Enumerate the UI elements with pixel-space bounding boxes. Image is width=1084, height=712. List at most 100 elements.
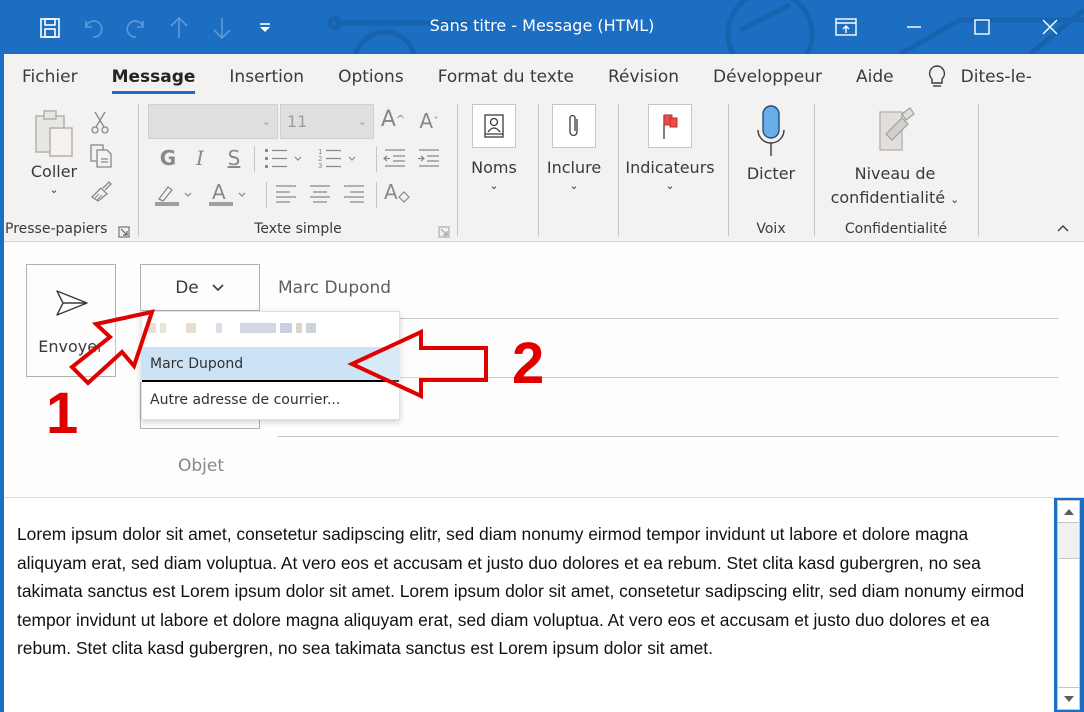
tab-revision[interactable]: Révision	[591, 54, 696, 100]
include-button[interactable]: Inclure ⌄	[542, 104, 606, 192]
chevron-down-icon: ⌄	[569, 179, 579, 192]
message-body[interactable]: Lorem ipsum dolor sit amet, consetetur s…	[4, 498, 1054, 712]
send-label: Envoyer	[38, 337, 104, 356]
ribbon-separator	[266, 182, 267, 208]
italic-button[interactable]: I	[188, 144, 212, 172]
maximize-button[interactable]	[948, 0, 1016, 54]
grow-font-icon[interactable]: A ^	[378, 104, 408, 134]
cc-field-underline[interactable]	[278, 436, 1058, 437]
include-label: Inclure	[546, 158, 602, 177]
ribbon-separator	[978, 104, 979, 236]
subject-input[interactable]	[278, 446, 1058, 486]
tags-button[interactable]: Indicateurs ⌄	[622, 104, 718, 192]
ribbon-display-options-button[interactable]	[812, 0, 880, 54]
align-right-icon[interactable]	[340, 180, 368, 208]
tab-insertion[interactable]: Insertion	[212, 54, 321, 100]
outlook-message-window: Sans titre - Message (HTML) Fichier Mess…	[0, 0, 1084, 712]
ribbon-separator	[457, 104, 458, 236]
send-button[interactable]: Envoyer	[26, 264, 116, 377]
basic-text-dialog-launcher-icon[interactable]	[438, 223, 450, 238]
sensitivity-label-line1: Niveau de	[854, 164, 936, 183]
sensitivity-button[interactable]: Niveau de confidentialité ⌄	[820, 104, 970, 212]
from-value: Marc Dupond	[278, 278, 392, 298]
flag-icon	[648, 104, 692, 148]
dropdown-item-other-address[interactable]: Autre adresse de courrier...	[142, 383, 399, 418]
chevron-down-icon: ⌄	[357, 115, 367, 128]
dropdown-item-marc-dupond[interactable]: Marc Dupond	[142, 347, 399, 382]
scroll-down-icon[interactable]	[1058, 687, 1079, 709]
clipboard-dialog-launcher-icon[interactable]	[118, 223, 130, 238]
ribbon-separator	[138, 104, 139, 236]
from-dropdown-menu: Marc Dupond Autre adresse de courrier...	[141, 311, 400, 420]
dictate-label: Dicter	[746, 164, 796, 183]
message-body-text[interactable]: Lorem ipsum dolor sit amet, consetetur s…	[17, 520, 1037, 663]
tab-aide[interactable]: Aide	[839, 54, 911, 100]
tab-message[interactable]: Message	[95, 54, 213, 100]
microphone-icon	[757, 105, 785, 156]
tab-fichier[interactable]: Fichier	[4, 54, 95, 100]
chevron-down-icon: ⌄	[49, 183, 59, 196]
annotation-step-2: 2	[512, 331, 545, 396]
ribbon-separator	[376, 182, 377, 208]
group-label-voice: Voix	[756, 221, 786, 237]
group-label-clipboard: Presse-papiers	[5, 221, 108, 237]
close-button[interactable]	[1016, 0, 1084, 54]
dropdown-item-blurred-email[interactable]	[148, 320, 368, 336]
title-bar: Sans titre - Message (HTML)	[0, 0, 1084, 54]
tab-options[interactable]: Options	[321, 54, 421, 100]
group-label-sensitivity: Confidentialité	[844, 221, 948, 237]
font-size-combobox[interactable]: 11 ⌄	[280, 104, 374, 139]
underline-button[interactable]: S	[222, 144, 246, 172]
send-icon	[56, 290, 88, 316]
align-left-icon[interactable]	[272, 180, 300, 208]
scroll-up-icon[interactable]	[1058, 501, 1079, 523]
group-basic-text: ⌄ 11 ⌄ A ^ Aˇ G I S 123 A A Texte simple	[140, 100, 456, 242]
from-button-label: De	[175, 277, 199, 298]
font-color-button[interactable]: A	[206, 180, 254, 208]
minimize-button[interactable]	[880, 0, 948, 54]
format-painter-icon[interactable]	[88, 178, 114, 204]
lightbulb-icon	[928, 65, 945, 87]
group-clipboard: Coller ⌄ Presse-papiers	[4, 100, 136, 242]
tell-me-box[interactable]: Dites-le-	[927, 54, 1032, 100]
align-center-icon[interactable]	[306, 180, 334, 208]
ribbon-separator	[538, 104, 539, 236]
vertical-scrollbar[interactable]	[1057, 500, 1080, 710]
tell-me-label: Dites-le-	[960, 67, 1032, 87]
from-button[interactable]: De	[140, 264, 260, 311]
font-name-combobox[interactable]: ⌄	[148, 104, 278, 139]
svg-text:A: A	[212, 181, 226, 204]
chevron-down-icon	[212, 283, 224, 291]
paste-button[interactable]: Coller ⌄	[24, 108, 84, 196]
copy-icon[interactable]	[88, 142, 114, 170]
bullets-button[interactable]	[262, 144, 310, 172]
sensitivity-label-line2-wrap: confidentialité ⌄	[820, 186, 970, 212]
highlight-color-button[interactable]	[152, 180, 200, 208]
increase-indent-icon[interactable]	[416, 144, 442, 172]
tab-developpeur[interactable]: Développeur	[696, 54, 839, 100]
names-button[interactable]: Noms ⌄	[464, 104, 524, 192]
svg-text:A: A	[384, 180, 398, 204]
clear-formatting-icon[interactable]: A	[382, 178, 412, 208]
tab-format-du-texte[interactable]: Format du texte	[421, 54, 591, 100]
window-controls	[812, 0, 1084, 54]
group-voice: Dicter Voix	[730, 100, 812, 242]
decrease-indent-icon[interactable]	[382, 144, 408, 172]
dictate-button[interactable]: Dicter	[738, 104, 804, 183]
chevron-down-icon: ⌄	[950, 193, 960, 206]
chevron-down-icon: ⌄	[665, 179, 675, 192]
paperclip-icon	[552, 104, 596, 148]
cut-icon[interactable]	[88, 108, 112, 136]
ribbon-separator	[376, 146, 377, 172]
numbering-button[interactable]: 123	[316, 144, 364, 172]
window-title-text: Sans titre - Message (HTML)	[429, 16, 655, 35]
sensitivity-icon	[879, 107, 915, 151]
shrink-font-icon[interactable]: Aˇ	[414, 106, 444, 136]
bold-button[interactable]: G	[156, 144, 180, 172]
collapse-ribbon-icon[interactable]	[1054, 220, 1072, 236]
svg-text:3: 3	[318, 162, 322, 170]
scrollbar-thumb[interactable]	[1058, 523, 1079, 559]
tags-label: Indicateurs	[625, 158, 715, 177]
sensitivity-label-line2: confidentialité	[830, 188, 946, 207]
font-size-value: 11	[287, 112, 308, 131]
